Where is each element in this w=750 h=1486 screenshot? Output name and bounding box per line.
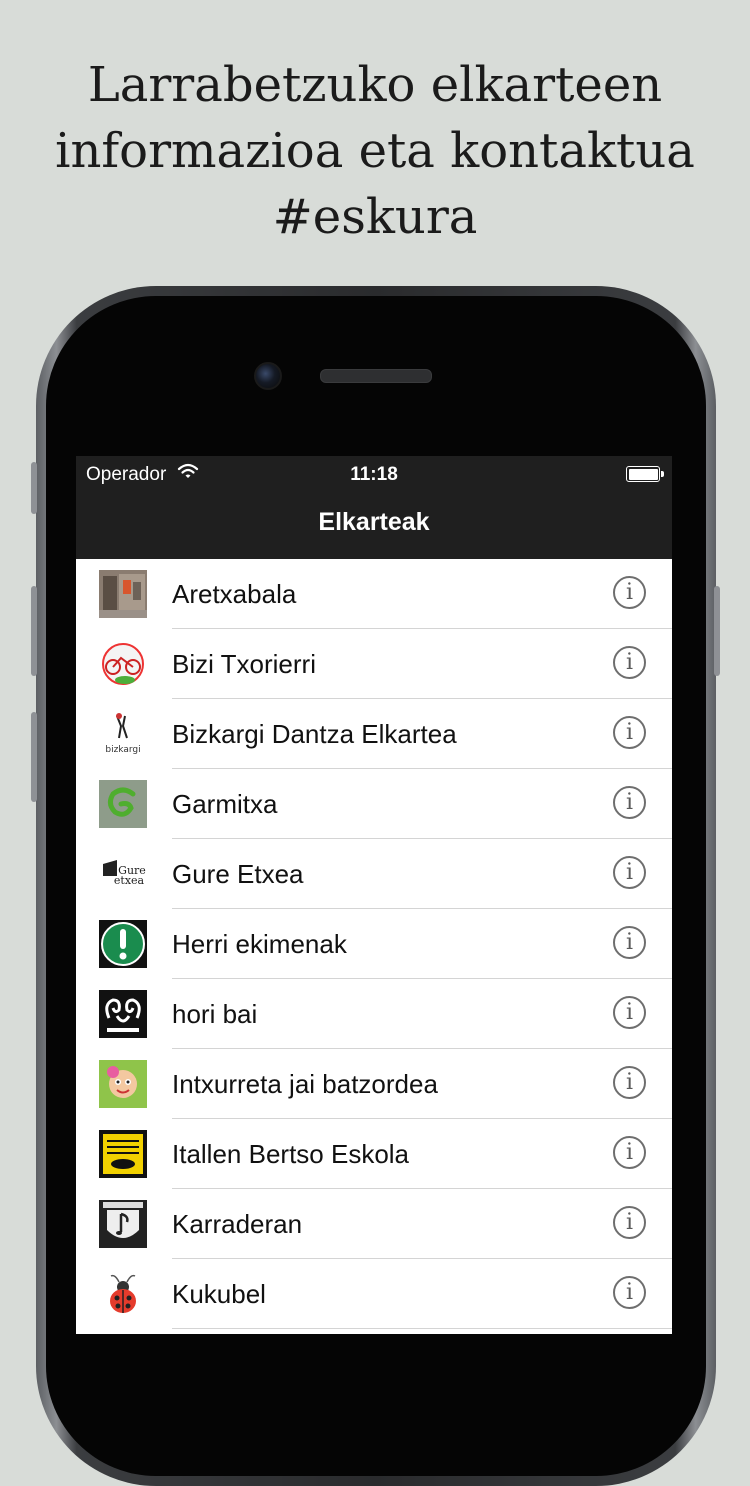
battery-fill [628, 468, 658, 480]
earpiece-speaker [320, 369, 432, 383]
gure-etxea-logo-icon: Gure etxea [99, 850, 147, 898]
info-icon[interactable]: i [613, 996, 646, 1029]
item-label: Itallen Bertso Eskola [172, 1139, 410, 1169]
mute-switch [31, 462, 37, 514]
volume-up-button [31, 586, 37, 676]
item-label: Gure Etxea [172, 859, 304, 889]
list-item-aretxabala[interactable]: Aretxabala i [76, 559, 672, 629]
svg-text:etxea: etxea [114, 874, 145, 887]
carrier-label: Operador [86, 464, 167, 485]
info-icon[interactable]: i [613, 576, 646, 609]
app-screen: Operador 11:18 Elkarteak Aretxabala i Bi… [76, 456, 672, 1334]
list-item-karraderan[interactable]: Karraderan i [76, 1189, 672, 1259]
svg-text:bizkargi: bizkargi [105, 745, 140, 755]
itallen-logo-icon [99, 1130, 147, 1178]
battery-icon [626, 466, 664, 482]
kukubel-logo-icon [99, 1270, 147, 1318]
battery-tip [661, 471, 664, 477]
promo-line-3: #eskura [272, 189, 478, 245]
item-label: Kukubel [172, 1279, 266, 1309]
aretxabala-photo-icon [99, 570, 147, 618]
item-label: Herri ekimenak [172, 929, 347, 959]
list-item-intxurreta-jai-batzordea[interactable]: Intxurreta jai batzordea i [76, 1049, 672, 1119]
volume-down-button [31, 712, 37, 802]
item-label: Garmitxa [172, 789, 278, 819]
item-label: Bizi Txorierri [172, 649, 316, 679]
list-item-garmitxa[interactable]: Garmitxa i [76, 769, 672, 839]
list-item-hori-bai[interactable]: hori bai i [76, 979, 672, 1049]
list-item-itallen-bertso-eskola[interactable]: Itallen Bertso Eskola i [76, 1119, 672, 1189]
intxurreta-logo-icon [99, 1060, 147, 1108]
navigation-bar: Operador 11:18 Elkarteak [76, 456, 672, 559]
power-button [714, 586, 720, 676]
list-item-bizkargi-dantza-elkartea[interactable]: bizkargi Bizkargi Dantza Elkartea i [76, 699, 672, 769]
garmitxa-logo-icon [99, 780, 147, 828]
info-icon[interactable]: i [613, 716, 646, 749]
item-label: Bizkargi Dantza Elkartea [172, 719, 457, 749]
info-icon[interactable]: i [613, 646, 646, 679]
bizi-txorierri-logo-icon [99, 640, 147, 688]
info-icon[interactable]: i [613, 1206, 646, 1239]
hori-bai-logo-icon [99, 990, 147, 1038]
list-item-herri-ekimenak[interactable]: Herri ekimenak i [76, 909, 672, 979]
item-label: Karraderan [172, 1209, 303, 1239]
list-item-bizi-txorierri[interactable]: Bizi Txorierri i [76, 629, 672, 699]
wifi-icon [177, 462, 199, 486]
list-item-gure-etxea[interactable]: Gure etxea Gure Etxea i [76, 839, 672, 909]
item-label: Aretxabala [172, 579, 297, 609]
list-item-kukubel[interactable]: Kukubel i [76, 1259, 672, 1329]
herri-ekimenak-logo-icon [99, 920, 147, 968]
info-icon[interactable]: i [613, 1066, 646, 1099]
promo-line-1: Larrabetzuko elkarteen [87, 57, 663, 113]
karraderan-logo-icon [99, 1200, 147, 1248]
promo-line-2: informazioa eta kontaktua [55, 123, 695, 179]
info-icon[interactable]: i [613, 856, 646, 889]
info-icon[interactable]: i [613, 926, 646, 959]
info-icon[interactable]: i [613, 1276, 646, 1309]
bizkargi-logo-icon: bizkargi [99, 710, 147, 758]
list-item-partial[interactable] [76, 1329, 672, 1334]
info-icon[interactable]: i [613, 1136, 646, 1169]
nav-title: Elkarteak [318, 508, 430, 536]
item-label: Intxurreta jai batzordea [172, 1069, 438, 1099]
front-camera [254, 362, 282, 390]
promo-headline: Larrabetzuko elkarteen informazioa eta k… [0, 52, 750, 250]
status-bar: Operador 11:18 [76, 456, 672, 492]
item-label: hori bai [172, 999, 258, 1029]
info-icon[interactable]: i [613, 786, 646, 819]
associations-list: Aretxabala i Bizi Txorierri i bizkargi B… [76, 559, 672, 1334]
